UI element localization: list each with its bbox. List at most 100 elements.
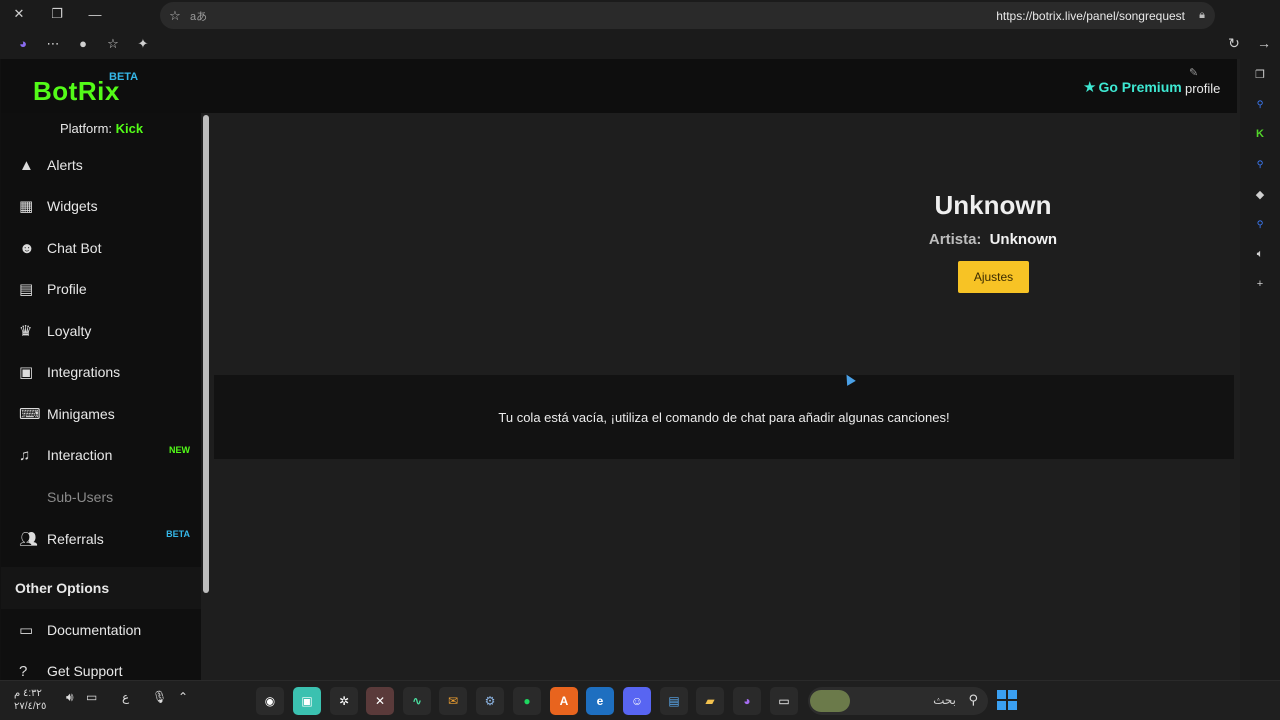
taskbar-app-a[interactable]: A [550, 687, 578, 715]
sidebar-scrollbar[interactable] [202, 113, 210, 680]
taskbar-app-copilot[interactable]: ◕ [733, 687, 761, 715]
profile-link[interactable]: ✎ profile [1185, 67, 1220, 96]
sidebar-item-interaction[interactable]: ♫ Interaction NEW [1, 435, 201, 475]
minimize-window-button[interactable]: — [76, 0, 114, 28]
volume-shortcut-button[interactable]: 🔈︎ [1240, 239, 1280, 269]
network-icon[interactable]: ▭ [86, 690, 97, 704]
search-shortcut-button[interactable]: ⚲ [1240, 89, 1280, 119]
sidebar-item-referrals[interactable]: 👥︎ Referrals BETA [1, 519, 201, 559]
more-button[interactable]: ⋯ [38, 31, 68, 57]
taskbar-app-edge[interactable]: e [586, 687, 614, 715]
taskbar-app-mail[interactable]: ✉ [439, 687, 467, 715]
speaker-icon: 🔈︎ [1256, 247, 1264, 260]
sidebar-item-loyalty[interactable]: ♛ Loyalty [1, 311, 201, 351]
taskbar-app-spotify[interactable]: ● [513, 687, 541, 715]
search-icon: ⚲ [968, 692, 978, 707]
sidebar-item-chat-bot[interactable]: ☻ Chat Bot [1, 228, 201, 268]
close-window-button[interactable]: ✕ [0, 0, 38, 28]
web-page: BotRix BETA ★ Go Premium ✎ profile Platf… [0, 59, 1237, 680]
botrix-logo[interactable]: BotRix [33, 76, 120, 107]
app-icon: ▣ [301, 694, 313, 708]
lock-icon[interactable]: 🔒︎ [1199, 9, 1205, 22]
song-artist: Artista: Unknown [893, 231, 1093, 248]
clock[interactable]: ٤:٣٢ م ٢٧/٤/٢٥ [14, 687, 46, 713]
taskbar-app-kick[interactable]: ▣ [293, 687, 321, 715]
copy-icon: ❐ [1255, 68, 1265, 81]
sidebar-item-minigames[interactable]: ⌨︎ Minigames [1, 394, 201, 434]
taskbar-app-obs[interactable]: ◉ [256, 687, 284, 715]
sidebar-item-alerts[interactable]: ▲ Alerts [1, 145, 201, 185]
refresh-icon: ↻ [1228, 34, 1240, 51]
restore-icon: ❐ [51, 6, 63, 21]
taskbar-app-store[interactable]: ▤ [660, 687, 688, 715]
restore-window-button[interactable]: ❐ [38, 0, 76, 28]
volume-icon[interactable]: 🔊︎ [66, 690, 74, 705]
profile-avatar-button[interactable]: ● [68, 31, 98, 57]
sidebar-item-integrations[interactable]: ▣ Integrations [1, 352, 201, 392]
start-button[interactable] [997, 690, 1017, 710]
mail-icon: ✉ [447, 694, 459, 708]
sidebar-item-label: Documentation [47, 622, 142, 638]
taskbar-app-steelseries[interactable]: ✲ [330, 687, 358, 715]
copilot-button[interactable]: ◕ [8, 31, 38, 57]
address-bar[interactable]: ☆ aあ https://botrix.live/panel/songreque… [160, 2, 1215, 29]
discord-icon: ☺ [630, 694, 644, 708]
settings-button[interactable]: Ajustes [958, 261, 1029, 293]
go-premium-link[interactable]: ★ Go Premium [1083, 78, 1182, 96]
taskbar-app-discord[interactable]: ☺ [623, 687, 651, 715]
spotify-icon: ● [523, 694, 531, 708]
other-options-heading: Other Options [1, 567, 201, 609]
microphone-icon[interactable]: 🎙︎ [152, 690, 167, 704]
read-aloud-icon[interactable]: aあ [190, 8, 212, 24]
url-text[interactable]: https://botrix.live/panel/songrequest [996, 9, 1185, 23]
platform-indicator: Platform: Kick [60, 121, 143, 136]
taskbar-app-window[interactable]: ▭ [770, 687, 798, 715]
logo-beta-badge: BETA [109, 71, 139, 83]
favorites-button[interactable]: ☆ [98, 31, 128, 57]
sidebar-item-label: Interaction [47, 447, 113, 463]
sidebar-item-label: Alerts [47, 157, 83, 173]
forward-button[interactable]: → [1252, 30, 1276, 56]
sidebar-item-label: Get Support [47, 663, 123, 679]
waveform-icon: ∿ [411, 694, 423, 708]
extensions-button[interactable]: ✦ [128, 31, 158, 57]
sidebar-item-widgets[interactable]: ▦ Widgets [1, 186, 201, 226]
botrix-shortcut-button[interactable]: ◆ [1240, 179, 1280, 209]
clock-time: ٤:٣٢ م [14, 688, 42, 699]
taskbar-search[interactable]: بحث ⚲ [808, 687, 988, 715]
windows-logo-tile [1008, 690, 1017, 699]
song-title: Unknown [934, 190, 1052, 220]
search-shortcut-button-3[interactable]: ⚲ [1240, 209, 1280, 239]
platform-name: Kick [115, 121, 144, 136]
extension-icon: ✦ [137, 35, 149, 51]
search-placeholder: بحث [933, 693, 956, 707]
sidebar-item-label: Integrations [47, 364, 121, 380]
sidebar-item-label: Chat Bot [47, 240, 102, 256]
sidebar-item-label: Profile [47, 281, 87, 297]
artist-value: Unknown [989, 231, 1058, 248]
refresh-button[interactable]: ↻ [1222, 30, 1246, 56]
taskbar-app-files[interactable]: ▰ [696, 687, 724, 715]
taskbar-app-steam[interactable]: ⚙ [476, 687, 504, 715]
sidebar-item-profile[interactable]: ▤ Profile [1, 269, 201, 309]
kick-shortcut-button[interactable]: K [1240, 119, 1280, 149]
add-favorite-icon[interactable]: ☆ [160, 8, 190, 24]
sidebar-item-documentation[interactable]: ▭ Documentation [1, 610, 201, 650]
taskbar-app-monitor[interactable]: ∿ [403, 687, 431, 715]
sidebar-item-sub-users[interactable]: Sub-Users [1, 477, 201, 517]
language-indicator[interactable]: ع [122, 690, 129, 704]
minimize-icon: — [88, 6, 102, 22]
scrollbar-thumb[interactable] [203, 115, 209, 593]
edit-icon: ✎ [1189, 67, 1199, 79]
new-badge: NEW [169, 445, 190, 455]
add-shortcut-button[interactable]: + [1240, 269, 1280, 299]
artist-label: Artista: [928, 231, 982, 248]
tab-sidebar-button[interactable]: ❐ [1240, 59, 1280, 89]
steam-icon: ⚙ [484, 694, 496, 708]
chevron-up-icon[interactable]: ⌃ [178, 690, 188, 704]
search-shortcut-button-2[interactable]: ⚲ [1240, 149, 1280, 179]
kick-icon: K [1256, 128, 1264, 140]
discord-icon: ▣ [19, 364, 34, 381]
sidebar-item-get-support[interactable]: ? Get Support [1, 651, 201, 680]
taskbar-app-terminal[interactable]: ✕ [366, 687, 394, 715]
